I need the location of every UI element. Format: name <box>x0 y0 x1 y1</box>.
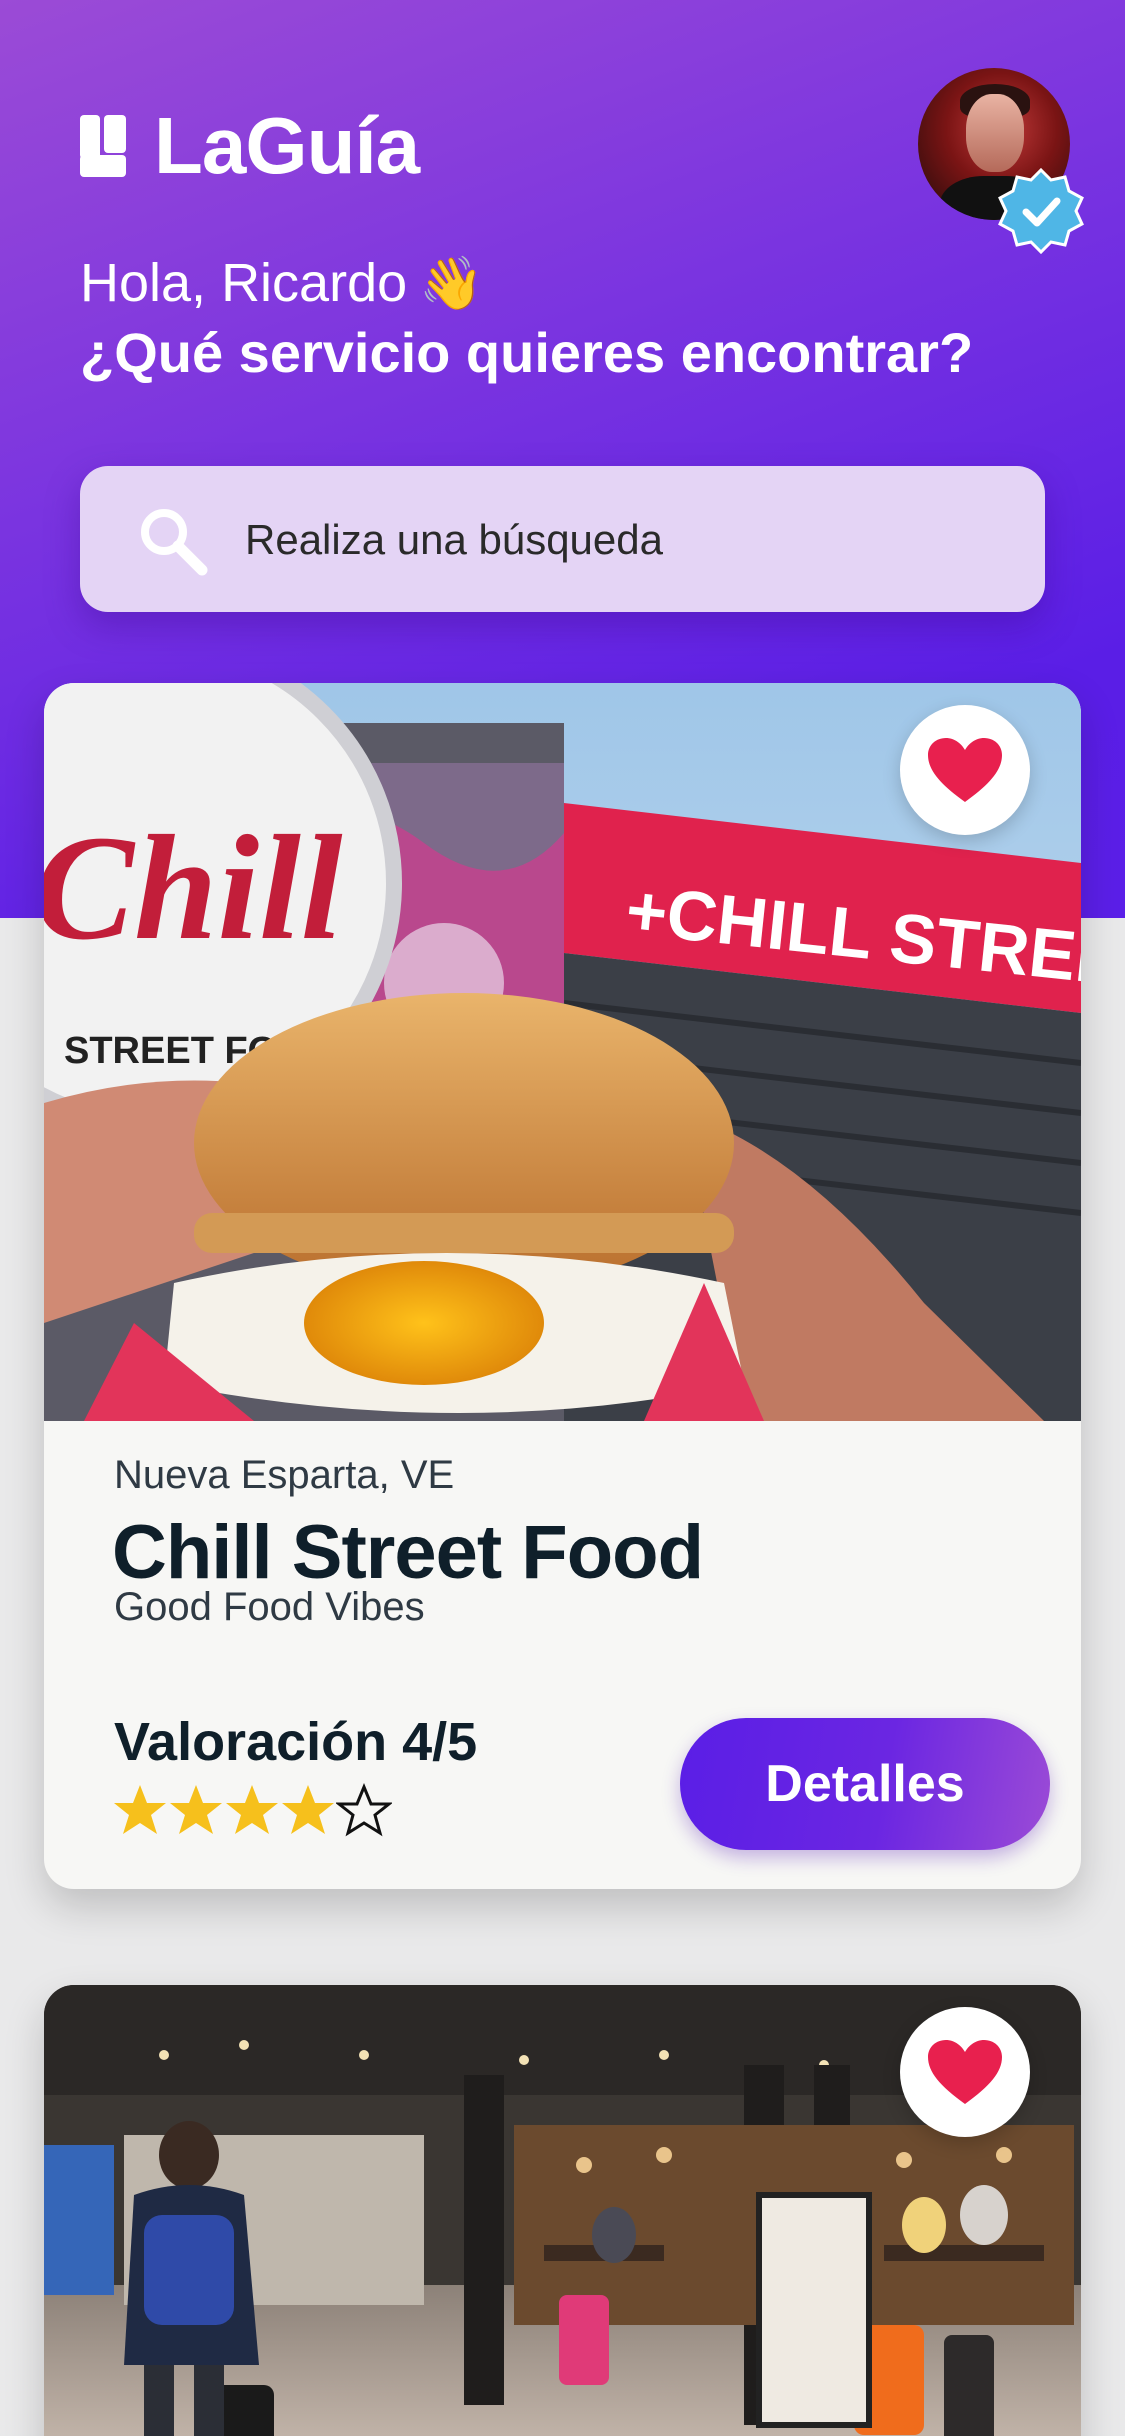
wave-emoji: 👋 <box>419 254 484 313</box>
star-empty-icon <box>336 1783 392 1837</box>
heart-icon <box>928 738 1002 802</box>
listing-location: Nueva Esparta, VE <box>114 1453 455 1497</box>
logo-sign-text: Chill <box>44 805 343 971</box>
listing-card[interactable]: +CHILL STREET FOOD Chill STREET FOOD <box>44 683 1081 1889</box>
search-bar[interactable] <box>80 466 1045 612</box>
verified-badge-icon <box>998 168 1084 254</box>
listing-image: +CHILL STREET FOOD Chill STREET FOOD <box>44 683 1081 1421</box>
listing-info: Nueva Esparta, VE Chill Street Food Good… <box>44 1421 1081 1889</box>
app-logo: LaGuía <box>80 100 420 192</box>
listing-image <box>44 1985 1081 2436</box>
search-input[interactable] <box>245 510 1005 570</box>
logo-icon <box>80 115 126 177</box>
rating-stars <box>112 1783 392 1837</box>
search-icon <box>141 509 208 576</box>
listing-card[interactable] <box>44 1985 1081 2436</box>
listing-tagline: Good Food Vibes <box>114 1585 425 1629</box>
page-title: ¿Qué servicio quieres encontrar? <box>80 321 974 384</box>
favorite-button[interactable] <box>900 2007 1030 2137</box>
greeting: Hola, Ricardo 👋 <box>80 252 484 314</box>
listing-name: Chill Street Food <box>112 1510 704 1595</box>
star-filled-icon <box>226 1785 278 1834</box>
details-button[interactable]: Detalles <box>680 1718 1050 1850</box>
heart-icon <box>928 2040 1002 2104</box>
app-name: LaGuía <box>154 101 420 190</box>
star-filled-icon <box>114 1785 166 1834</box>
star-filled-icon <box>282 1785 334 1834</box>
rating-label: Valoración 4/5 <box>114 1712 478 1772</box>
greeting-text: Hola, Ricardo <box>80 253 408 313</box>
favorite-button[interactable] <box>900 705 1030 835</box>
star-filled-icon <box>170 1785 222 1834</box>
